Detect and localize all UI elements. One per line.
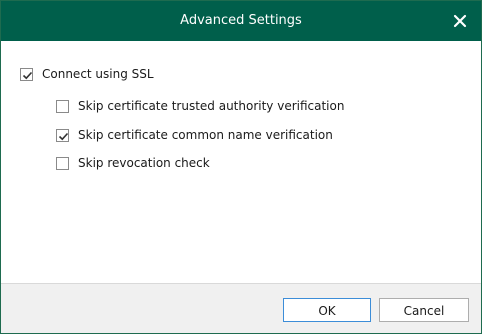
skip-revocation-label: Skip revocation check [78, 156, 210, 170]
ok-button[interactable]: OK [283, 298, 371, 322]
settings-content: Connect using SSL Skip certificate trust… [1, 41, 481, 283]
skip-trusted-authority-checkbox[interactable] [56, 99, 69, 113]
checkmark-icon [22, 71, 33, 79]
cancel-button[interactable]: Cancel [379, 298, 469, 322]
close-icon [453, 14, 467, 28]
title-bar: Advanced Settings [1, 1, 481, 41]
skip-common-name-option[interactable]: Skip certificate common name verificatio… [56, 126, 333, 144]
connect-ssl-checkbox[interactable] [20, 67, 33, 81]
skip-revocation-checkbox[interactable] [56, 156, 69, 170]
skip-trusted-authority-label: Skip certificate trusted authority verif… [78, 99, 345, 113]
connect-ssl-option[interactable]: Connect using SSL [20, 65, 154, 83]
skip-trusted-authority-option[interactable]: Skip certificate trusted authority verif… [56, 97, 344, 115]
skip-common-name-label: Skip certificate common name verificatio… [78, 128, 333, 142]
dialog-title: Advanced Settings [180, 13, 302, 28]
checkmark-icon [58, 132, 69, 140]
connect-ssl-label: Connect using SSL [42, 67, 154, 81]
button-bar: OK Cancel [1, 283, 481, 333]
advanced-settings-dialog: Advanced Settings Connect using SSL Skip… [0, 0, 482, 334]
skip-common-name-checkbox[interactable] [56, 128, 69, 142]
close-button[interactable] [445, 6, 475, 36]
skip-revocation-option[interactable]: Skip revocation check [56, 154, 210, 172]
